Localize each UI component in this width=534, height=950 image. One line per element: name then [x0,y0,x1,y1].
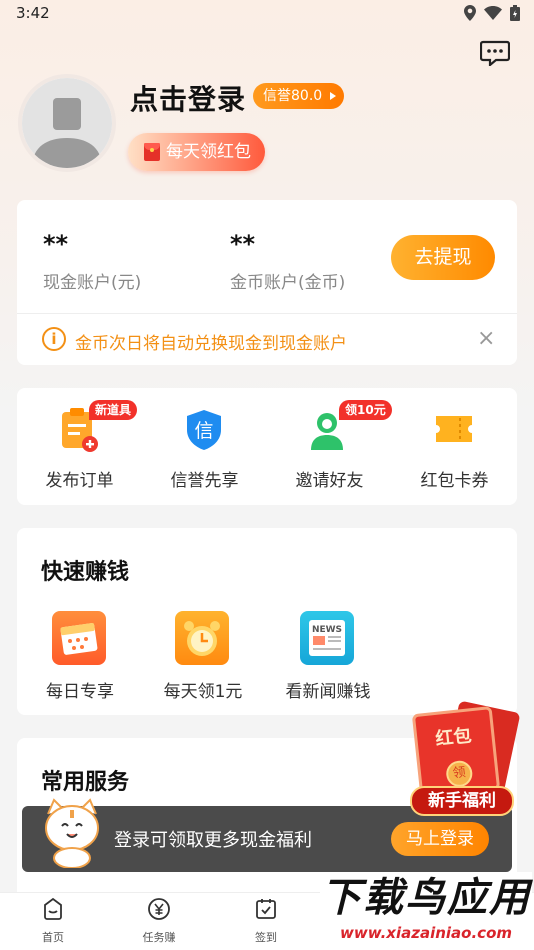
nav-label: 首页 [42,931,64,944]
battery-icon [510,5,520,21]
status-time: 3:42 [16,4,50,22]
message-icon[interactable] [479,40,511,68]
location-icon [464,5,476,21]
redpack-icon [144,143,160,161]
nav-tasks[interactable]: 任务赚 [119,897,199,945]
cat-mascot-icon [40,796,104,869]
feature-grid: 新道具 发布订单 信 信誉先享 领10元 邀请好友 红包卡券 [17,388,517,505]
gold-balance: ** [230,230,256,258]
quick-item-news[interactable]: NEWS 看新闻赚钱 [273,611,383,711]
credit-shield-text: 信 [194,420,213,442]
news-icon: NEWS [300,611,354,665]
info-icon: i [42,327,66,351]
cash-balance: ** [43,230,69,258]
grid-label: 红包卡券 [420,471,489,491]
nav-label: 签到 [255,931,277,944]
login-link[interactable]: 点击登录 [130,78,246,118]
credit-label: 信誉80.0 [263,88,323,104]
grid-item-credit[interactable]: 信 信誉先享 [142,388,267,505]
watermark: 下载鸟应用 www.xiazainiao.com [320,872,532,948]
divider [17,313,517,314]
watermark-url: www.xiazainiao.com [339,924,513,942]
withdraw-button[interactable]: 去提现 [391,235,495,280]
daily-redpack-label: 每天领红包 [166,142,251,162]
default-avatar-icon [22,78,112,168]
quick-earn-title: 快速赚钱 [41,560,130,585]
yuan-icon [148,898,170,920]
newbie-redpack-float[interactable]: 红包 领 新手福利 [410,700,521,820]
grid-label: 信誉先享 [170,471,239,491]
coupon-ticket-icon [436,416,472,442]
toast-message: 登录可领取更多现金福利 [114,830,312,851]
grid-item-coupon[interactable]: 红包卡券 [392,388,517,505]
quick-earn-card: 快速赚钱 每日专享 每天领1元 NEWS 看新闻赚钱 [17,528,517,715]
new-tool-tag: 新道具 [89,400,138,420]
gold-account-label: 金币账户(金币) [230,273,346,293]
grid-label: 发布订单 [45,471,114,491]
cash-account-label: 现金账户(元) [43,273,142,293]
watermark-title: 下载鸟应用 [321,875,531,921]
calendar-icon [52,611,106,665]
redpack-title: 红包 [434,725,473,751]
grid-label: 邀请好友 [295,471,364,491]
services-title: 常用服务 [41,770,130,795]
close-icon[interactable]: × [477,326,495,351]
reward-tag: 领10元 [339,400,392,420]
credit-shield-icon: 信 [187,410,221,450]
quick-label: 每日专享 [46,682,114,702]
wifi-icon [484,6,502,20]
redpack-front: 红包 领 [411,706,501,798]
nav-home[interactable]: 首页 [13,897,93,945]
exchange-notice: 金币次日将自动兑换现金到现金账户 [75,334,347,354]
status-icons [464,5,520,21]
redpack-coin-icon: 领 [445,759,474,789]
quick-label: 每天领1元 [163,682,243,702]
account-card: ** 现金账户(元) ** 金币账户(金币) 去提现 i 金币次日将自动兑换现金… [17,200,517,365]
newbie-benefit-label: 新手福利 [410,786,514,816]
chevron-right-icon [330,92,337,100]
news-icon-text: NEWS [312,625,342,635]
daily-redpack-button[interactable]: 每天领红包 [128,133,265,171]
quick-item-daily[interactable]: 每日专享 [25,611,135,711]
login-now-button[interactable]: 马上登录 [391,822,489,856]
home-icon [44,897,62,920]
checkin-icon [256,899,276,919]
grid-item-publish-order[interactable]: 新道具 发布订单 [17,388,142,505]
credit-badge[interactable]: 信誉80.0 [253,83,345,109]
status-bar: 3:42 [0,0,534,28]
quick-item-daily-yuan[interactable]: 每天领1元 [148,611,258,711]
alarm-clock-icon [175,611,229,665]
avatar[interactable] [18,74,116,172]
nav-label: 任务赚 [142,931,176,944]
grid-item-invite[interactable]: 领10元 邀请好友 [267,388,392,505]
quick-label: 看新闻赚钱 [285,682,371,702]
nav-checkin[interactable]: 签到 [226,897,306,945]
